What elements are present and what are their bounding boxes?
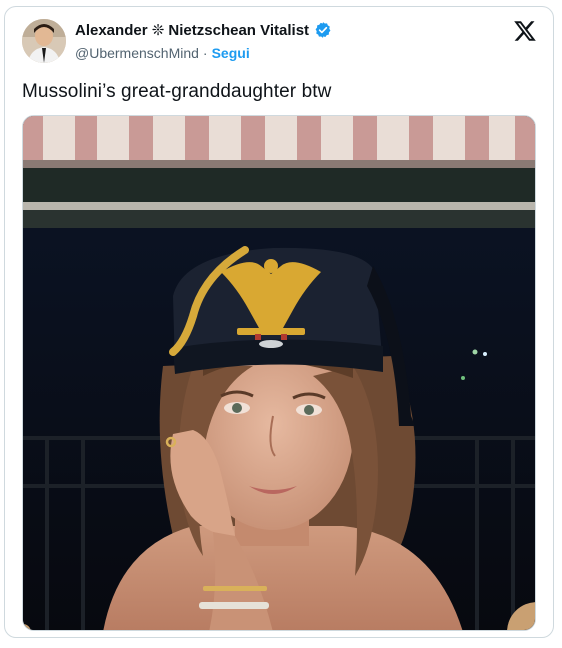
- tweet-text: Mussolini’s great-granddaughter btw: [22, 81, 332, 102]
- meta-row: @UbermenschMind · Segui: [75, 45, 250, 61]
- name-row: Alexander ❊ Nietzschean Vitalist: [75, 21, 332, 39]
- follow-button[interactable]: Segui: [212, 45, 250, 61]
- tweet-photo[interactable]: [22, 115, 536, 631]
- x-logo-icon[interactable]: [513, 19, 537, 43]
- avatar[interactable]: [22, 19, 66, 63]
- awning: [23, 116, 535, 168]
- separator: ·: [202, 45, 208, 61]
- tweet-header: Alexander ❊ Nietzschean Vitalist @Uberme…: [5, 7, 553, 71]
- verified-badge-icon: [314, 21, 332, 39]
- handle[interactable]: @UbermenschMind: [75, 45, 199, 61]
- avatar-image: [22, 19, 66, 63]
- display-name[interactable]: Alexander ❊ Nietzschean Vitalist: [75, 21, 309, 39]
- photo-image: [23, 116, 535, 630]
- tweet-card: Alexander ❊ Nietzschean Vitalist @Uberme…: [4, 6, 554, 638]
